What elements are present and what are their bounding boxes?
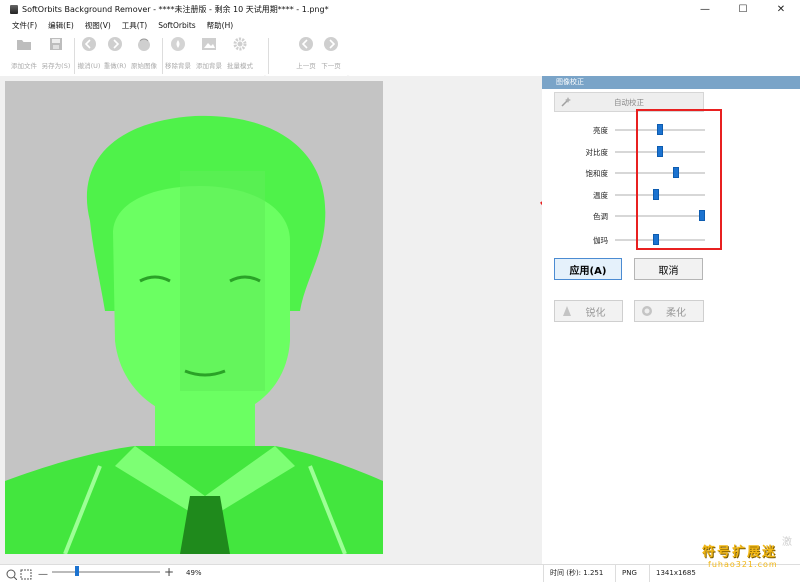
slider-label: 伽玛 [593, 236, 608, 245]
soften-button[interactable]: 柔化 [634, 300, 704, 322]
zoom-slider[interactable] [52, 571, 160, 573]
window-controls: — ☐ ✕ [686, 0, 800, 18]
status-bar: — + 49% 时间 (秒): 1.251 PNG 1341x1685 [0, 564, 800, 582]
add-file-label: 添加文件 [11, 62, 37, 70]
batch-mode-label: 批量模式 [227, 62, 253, 70]
cancel-button[interactable]: 取消 [634, 258, 703, 280]
next-arrow-icon [324, 37, 338, 51]
slider-label: 色调 [593, 212, 608, 221]
zoom-value: 49% [186, 569, 202, 577]
slider-label: 温度 [593, 191, 608, 200]
menu-tools[interactable]: 工具(T) [122, 20, 147, 31]
redo-label: 重做(R) [103, 62, 127, 70]
zoom-out-icon[interactable]: — [38, 569, 48, 580]
zoom-controls: — [6, 567, 48, 581]
prev-page-button[interactable]: 上一页 [295, 36, 317, 72]
processing-time: 时间 (秒): 1.251 [543, 565, 615, 582]
next-page-label: 下一页 [321, 62, 341, 70]
menu-edit[interactable]: 编辑(E) [48, 20, 74, 31]
menu-file[interactable]: 文件(F) [12, 20, 37, 31]
next-page-button[interactable]: 下一页 [320, 36, 342, 72]
image-format: PNG [615, 565, 649, 582]
image-canvas[interactable] [5, 76, 575, 564]
magic-wand-icon [561, 97, 571, 107]
add-background-button[interactable]: 添加背景 [195, 36, 223, 72]
remove-background-icon [171, 37, 185, 51]
apply-button[interactable]: 应用(A) [554, 258, 622, 280]
original-image-label: 原始图像 [131, 62, 157, 70]
batch-mode-button[interactable]: 批量模式 [226, 36, 254, 72]
photo-preview[interactable] [5, 81, 383, 554]
undo-button[interactable]: 撤消(U) [78, 36, 100, 72]
floppy-disk-icon [50, 38, 62, 50]
slider-label: 亮度 [593, 126, 608, 135]
zoom-in-icon[interactable]: + [164, 565, 174, 579]
zoom-actual-size-icon[interactable] [20, 569, 32, 580]
panel-header: 图像校正 [542, 76, 800, 89]
toolbar-separator [162, 38, 163, 74]
watermark-main: 符号扩展迷 [702, 545, 778, 560]
remove-background-label: 移除背景 [165, 62, 191, 70]
app-icon [10, 4, 18, 14]
auto-correct-label: 自动校正 [614, 97, 644, 107]
close-button[interactable]: ✕ [762, 0, 800, 18]
menu-bar: 文件(F) 编辑(E) 视图(V) 工具(T) SoftOrbits 帮助(H) [0, 18, 800, 32]
zoom-fit-icon[interactable] [6, 569, 17, 580]
menu-help[interactable]: 帮助(H) [207, 20, 234, 31]
slider-label: 对比度 [585, 148, 609, 157]
redo-button[interactable]: 重做(R) [104, 36, 126, 72]
remove-background-button[interactable]: 移除背景 [164, 36, 192, 72]
slider-label: 饱和度 [585, 169, 609, 178]
previous-arrow-icon [299, 37, 313, 51]
sharpen-button[interactable]: 锐化 [554, 300, 623, 322]
soften-icon [642, 306, 652, 316]
original-image-icon [138, 38, 150, 51]
original-image-button[interactable]: 原始图像 [130, 36, 158, 72]
sharpen-label: 锐化 [585, 307, 606, 319]
redo-icon [108, 37, 122, 51]
site-watermark: 符号扩展迷 fuhao321.com [702, 541, 794, 575]
save-as-label: 另存为(S) [41, 62, 71, 70]
menu-view[interactable]: 视图(V) [85, 20, 111, 31]
green-overlay-image [5, 81, 383, 554]
toolbar-separator [268, 38, 269, 74]
prev-page-label: 上一页 [296, 62, 316, 70]
toolbar-separator [74, 38, 75, 74]
red-highlight-box [636, 109, 722, 250]
minimize-button[interactable]: — [686, 0, 724, 18]
window-title: SoftOrbits Background Remover - ****未注册版… [22, 4, 329, 14]
toolbar: 添加文件 另存为(S) 撤消(U) 重做(R) 原始图像 移除背景 添加背景 批… [0, 32, 800, 79]
add-file-button[interactable]: 添加文件 [10, 36, 38, 72]
add-background-label: 添加背景 [196, 62, 222, 70]
save-as-button[interactable]: 另存为(S) [42, 36, 70, 72]
soften-label: 柔化 [666, 307, 686, 319]
menu-softorbits[interactable]: SoftOrbits [158, 21, 195, 30]
undo-label: 撤消(U) [77, 62, 101, 70]
watermark-url: fuhao321.com [708, 560, 778, 569]
maximize-button[interactable]: ☐ [724, 0, 762, 18]
sharpen-icon [563, 306, 571, 316]
gear-icon [233, 37, 247, 51]
folder-icon [17, 40, 31, 50]
title-bar: SoftOrbits Background Remover - ****未注册版… [0, 0, 800, 18]
undo-icon [82, 37, 96, 51]
zoom-slider-thumb[interactable] [74, 566, 79, 576]
add-background-icon [202, 38, 216, 50]
image-dimensions: 1341x1685 [649, 565, 701, 582]
